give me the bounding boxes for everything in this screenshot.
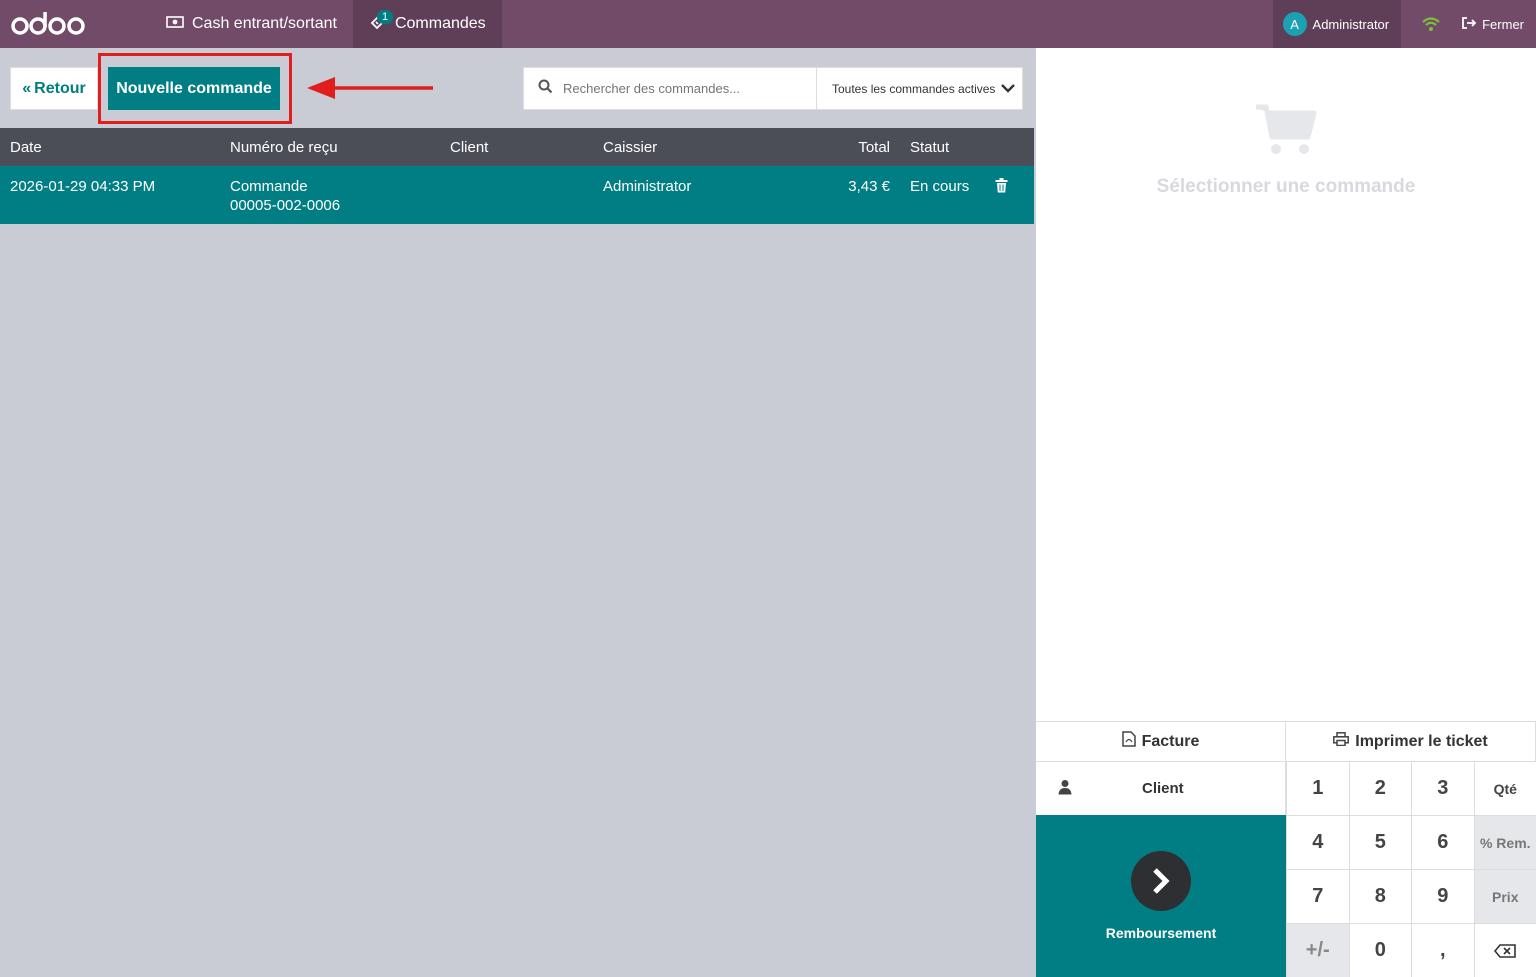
trash-icon[interactable]	[995, 178, 1008, 198]
red-arrow-icon	[305, 73, 435, 108]
nav-orders-label: Commandes	[394, 15, 486, 32]
header-date[interactable]: Date	[10, 139, 42, 156]
row-total: 3,43 €	[848, 178, 890, 195]
cart-icon	[1254, 104, 1318, 161]
table-row[interactable]: 2026-01-29 04:33 PM Commande 00005-002-0…	[0, 166, 1034, 224]
header-client[interactable]: Client	[450, 139, 488, 156]
invoice-button[interactable]: Facture	[1036, 722, 1286, 761]
user-icon	[1058, 779, 1072, 799]
row-status: En cours	[910, 178, 970, 195]
empty-state: Sélectionner une commande	[1036, 103, 1536, 198]
chevron-right-icon	[1131, 851, 1191, 911]
back-button[interactable]: « Retour	[10, 67, 98, 110]
header-total[interactable]: Total	[790, 139, 890, 156]
key-1[interactable]: 1	[1286, 761, 1349, 815]
key-plus-minus[interactable]: +/-	[1286, 923, 1349, 977]
money-icon	[166, 15, 184, 34]
table-header: Date Numéro de reçu Client Caissier Tota…	[0, 128, 1034, 166]
client-button[interactable]: Client	[1036, 761, 1286, 815]
key-4[interactable]: 4	[1286, 815, 1349, 869]
key-price[interactable]: Prix	[1473, 869, 1536, 923]
header-status[interactable]: Statut	[910, 139, 949, 156]
wifi-icon[interactable]	[1401, 0, 1461, 48]
refund-button[interactable]: Remboursement	[1036, 815, 1286, 977]
nav-orders[interactable]: 1 Commandes	[352, 0, 502, 48]
key-7[interactable]: 7	[1286, 869, 1349, 923]
print-ticket-button[interactable]: Imprimer le ticket	[1286, 722, 1536, 761]
client-label: Client	[1142, 780, 1184, 797]
backspace-icon[interactable]	[1473, 923, 1536, 977]
filter-label: Toutes les commandes actives	[832, 81, 996, 96]
control-pad: Facture Imprimer le ticket Client Rembou…	[1036, 721, 1536, 977]
odoo-logo	[0, 0, 150, 48]
print-label: Imprimer le ticket	[1355, 732, 1488, 750]
sign-out-icon	[1461, 16, 1477, 33]
row-date: 2026-01-29 04:33 PM	[10, 178, 156, 195]
row-receipt-line1: Commande	[230, 178, 308, 195]
user-name: Administrator	[1312, 16, 1390, 32]
avatar: A	[1282, 12, 1307, 36]
top-bar: Cash entrant/sortant 1 Commandes A Admin…	[0, 0, 1536, 48]
double-chevron-left-icon: «	[22, 79, 32, 97]
key-9[interactable]: 9	[1411, 869, 1474, 923]
search-input[interactable]	[563, 81, 783, 96]
row-cashier: Administrator	[603, 178, 692, 195]
key-quantity[interactable]: Qté	[1473, 761, 1536, 815]
row-receipt: Commande 00005-002-0006	[230, 177, 340, 215]
key-3[interactable]: 3	[1411, 761, 1474, 815]
key-6[interactable]: 6	[1411, 815, 1474, 869]
new-order-button[interactable]: Nouvelle commande	[108, 67, 280, 110]
header-cashier[interactable]: Caissier	[603, 139, 657, 156]
close-label: Fermer	[1482, 16, 1524, 32]
file-pdf-icon	[1121, 731, 1136, 752]
chevron-down-icon	[1001, 82, 1016, 96]
orders-badge: 1	[376, 10, 394, 24]
key-8[interactable]: 8	[1348, 869, 1411, 923]
key-discount[interactable]: % Rem.	[1473, 815, 1536, 869]
orders-list-panel: « Retour Nouvelle commande Toutes les co…	[0, 48, 1034, 977]
invoice-label: Facture	[1141, 732, 1200, 750]
refund-label: Remboursement	[1105, 925, 1217, 941]
order-detail-panel: Sélectionner une commande Facture Imprim…	[1036, 48, 1536, 977]
close-button[interactable]: Fermer	[1461, 16, 1536, 33]
nav-cash-label: Cash entrant/sortant	[192, 15, 337, 32]
numpad: 1 2 3 Qté 4 5 6 % Rem. 7 8 9 Prix +/- 0 …	[1286, 761, 1536, 977]
row-receipt-line2: 00005-002-0006	[230, 197, 341, 214]
search-box[interactable]	[523, 67, 817, 110]
printer-icon	[1333, 732, 1350, 751]
filter-dropdown[interactable]: Toutes les commandes actives	[816, 67, 1023, 110]
nav-cash-in-out[interactable]: Cash entrant/sortant	[150, 0, 353, 48]
key-comma[interactable]: ,	[1411, 923, 1474, 977]
key-0[interactable]: 0	[1348, 923, 1411, 977]
empty-state-text: Sélectionner une commande	[1156, 176, 1416, 197]
key-5[interactable]: 5	[1348, 815, 1411, 869]
back-label: Retour	[34, 79, 86, 97]
search-icon	[538, 79, 553, 99]
header-receipt[interactable]: Numéro de reçu	[230, 139, 338, 156]
user-menu[interactable]: A Administrator	[1272, 0, 1402, 48]
key-2[interactable]: 2	[1348, 761, 1411, 815]
